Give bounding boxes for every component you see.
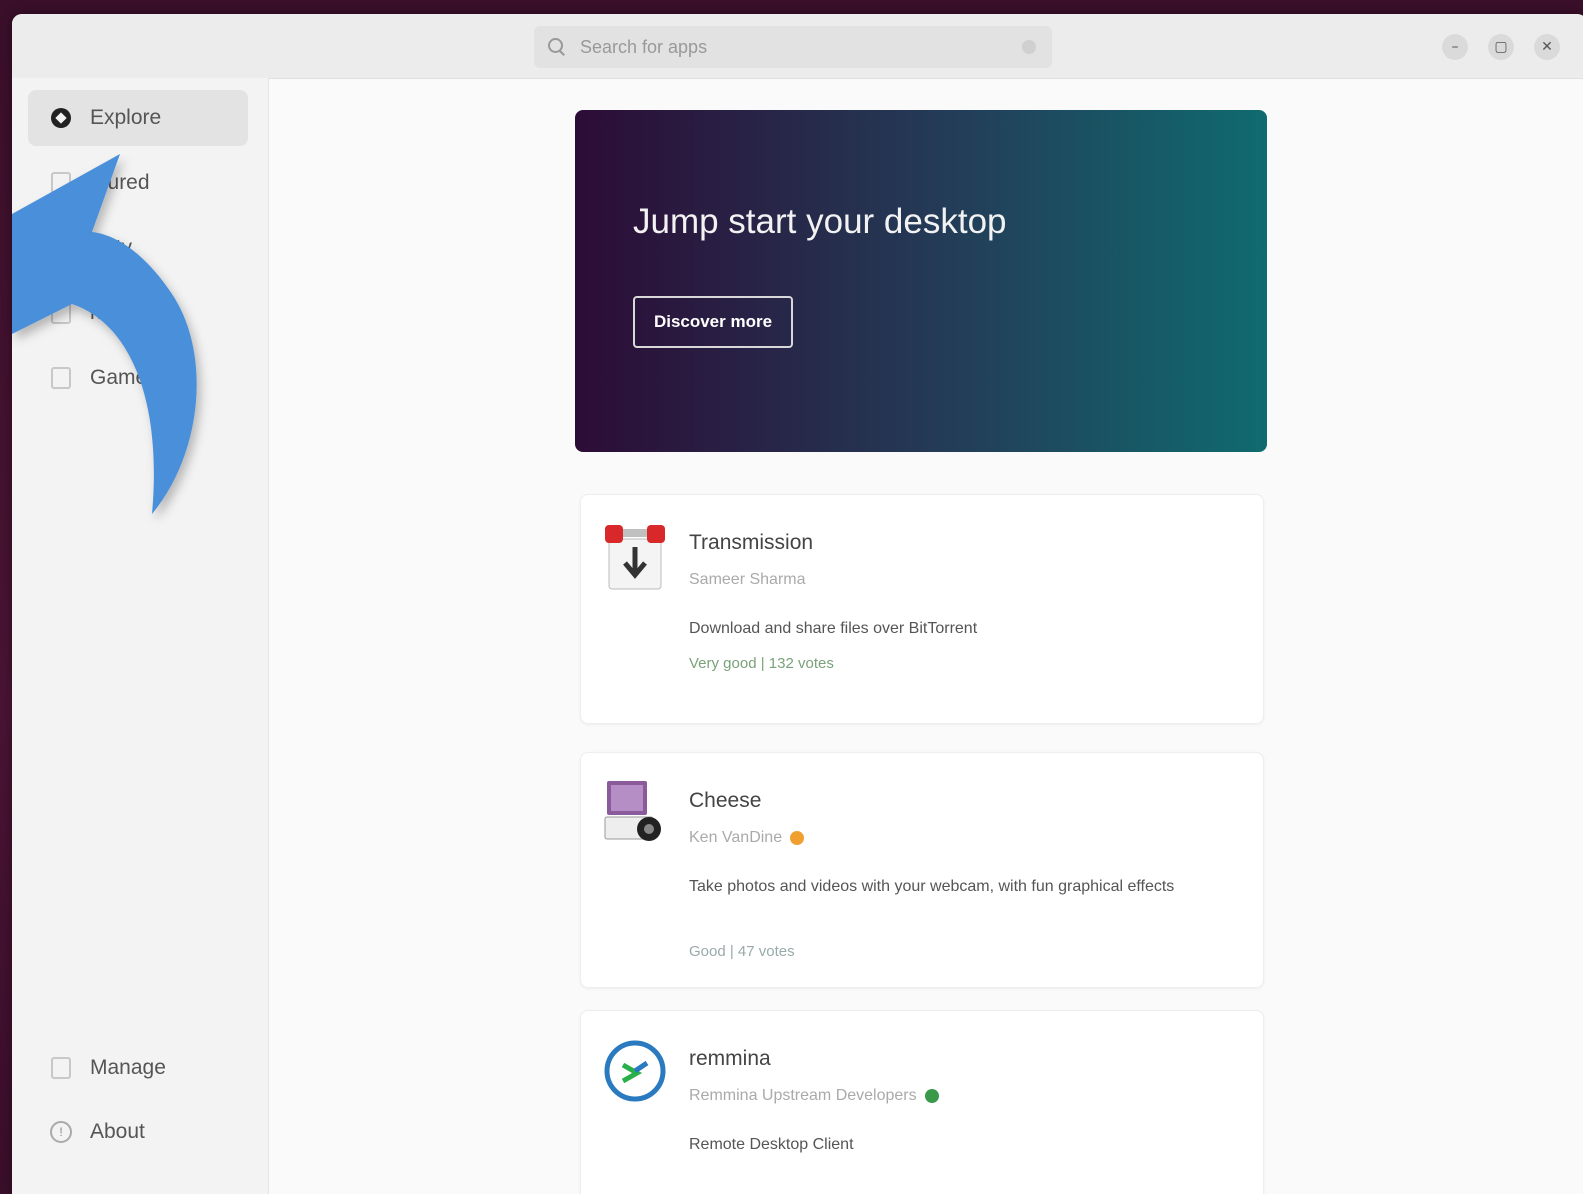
app-description: Take photos and videos with your webcam,… xyxy=(689,878,1175,895)
discover-more-button[interactable]: Discover more xyxy=(633,296,793,348)
app-card-transmission[interactable]: Transmission Sameer Sharma Download and … xyxy=(580,494,1264,724)
sidebar-item-label: About xyxy=(90,1120,145,1143)
manage-icon xyxy=(50,1057,72,1079)
maximize-button[interactable]: ▢ xyxy=(1488,34,1514,60)
app-description: Download and share files over BitTorrent xyxy=(689,620,978,637)
sidebar-item-label: Manage xyxy=(90,1056,166,1079)
app-rating: Good | 47 votes xyxy=(689,943,795,960)
search-input[interactable] xyxy=(578,35,1022,59)
app-rating: Very good | 132 votes xyxy=(689,655,834,672)
app-description: Remote Desktop Client xyxy=(689,1136,854,1153)
about-icon: ! xyxy=(50,1121,72,1143)
app-card-cheese[interactable]: Cheese Ken VanDine Take photos and video… xyxy=(580,752,1264,988)
transmission-icon xyxy=(605,525,665,590)
sidebar-item-manage[interactable]: Manage xyxy=(28,1040,248,1096)
explore-icon xyxy=(50,107,72,129)
app-developer-row: Ken VanDine xyxy=(689,829,805,847)
hero-title: Jump start your desktop xyxy=(633,202,1007,241)
app-center-window: – ▢ ✕ Explore atured tivity nt Game Mana… xyxy=(12,14,1583,1194)
cheese-icon xyxy=(604,781,661,841)
app-developer: Ken VanDine xyxy=(689,829,783,846)
app-name: remmina xyxy=(689,1047,771,1070)
sidebar-item-about[interactable]: ! About xyxy=(28,1104,248,1160)
app-developer: Sameer Sharma xyxy=(689,571,806,588)
verified-badge-icon xyxy=(790,831,805,845)
hero-banner: Jump start your desktop Discover more xyxy=(575,110,1267,452)
pointer-arrow-icon xyxy=(12,154,197,514)
header-bar: – ▢ ✕ xyxy=(12,14,1583,79)
verified-badge-icon xyxy=(924,1089,939,1103)
sidebar-item-explore[interactable]: Explore xyxy=(28,90,248,146)
remmina-icon xyxy=(604,1040,666,1102)
app-developer: Remmina Upstream Developers xyxy=(689,1087,917,1104)
search-bar[interactable] xyxy=(534,26,1052,68)
minimize-button[interactable]: – xyxy=(1442,34,1468,60)
app-name: Cheese xyxy=(689,789,762,812)
app-developer-row: Remmina Upstream Developers xyxy=(689,1087,939,1105)
main-content: Jump start your desktop Discover more Tr… xyxy=(269,78,1583,1194)
app-card-remmina[interactable]: remmina Remmina Upstream Developers Remo… xyxy=(580,1010,1264,1194)
search-icon xyxy=(548,38,566,56)
app-name: Transmission xyxy=(689,531,814,554)
close-button[interactable]: ✕ xyxy=(1534,34,1560,60)
clear-search-icon[interactable] xyxy=(1022,40,1036,54)
sidebar-item-label: Explore xyxy=(90,106,162,129)
